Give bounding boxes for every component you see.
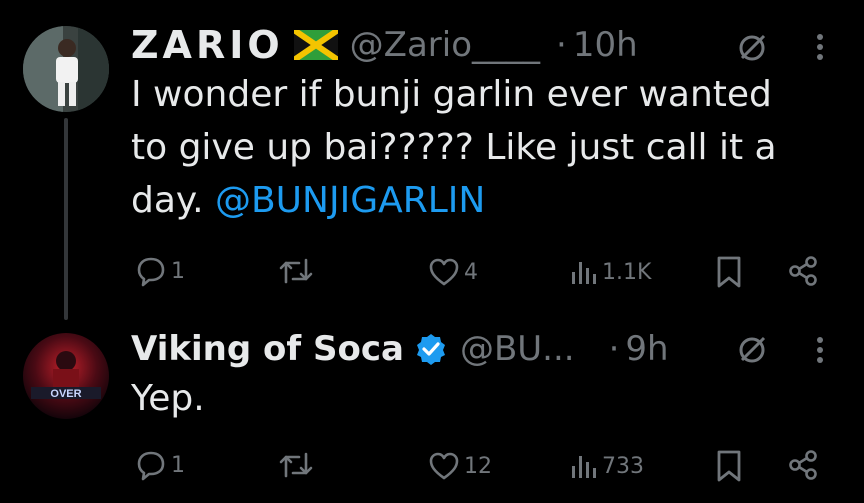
handle[interactable]: @Zario____ — [350, 25, 540, 65]
tweet-text: Yep. — [131, 378, 205, 419]
views-button[interactable]: 733 — [570, 452, 644, 480]
thread-connector — [64, 118, 68, 320]
reply-icon — [135, 449, 167, 481]
display-name[interactable]: Viking of Soca — [131, 329, 404, 369]
retweet-button[interactable] — [277, 255, 319, 287]
more-icon[interactable] — [814, 32, 826, 62]
display-name[interactable]: ZARIO — [131, 23, 284, 67]
like-icon — [428, 257, 460, 287]
grok-icon[interactable] — [736, 334, 768, 366]
separator: · — [608, 329, 620, 369]
reply-count: 1 — [171, 258, 185, 284]
avatar-image: OVER — [23, 333, 109, 419]
views-icon — [570, 258, 598, 286]
tweet-text-line: to give up bai????? Like just call it a — [131, 127, 777, 168]
tweet-text-line: day. @BUNJIGARLIN — [131, 174, 851, 227]
timestamp[interactable]: 9h — [625, 329, 668, 369]
mention-link[interactable]: @BUNJIGARLIN — [215, 180, 485, 221]
reply-button[interactable]: 1 — [135, 449, 185, 481]
like-count: 4 — [464, 259, 478, 285]
reply-icon — [135, 255, 167, 287]
retweet-icon — [277, 255, 315, 287]
grok-icon[interactable] — [736, 32, 768, 64]
tweet-text-fragment: day. — [131, 180, 215, 221]
reply-count: 1 — [171, 452, 185, 478]
retweet-button[interactable] — [277, 449, 319, 481]
view-count: 1.1K — [602, 259, 652, 285]
views-icon — [570, 452, 598, 480]
like-icon — [428, 451, 460, 481]
tweet-1[interactable]: ZARIO @Zario____ · 10h I wonder if bunji… — [0, 0, 864, 320]
svg-text:OVER: OVER — [50, 388, 81, 400]
avatar[interactable] — [23, 26, 109, 112]
views-button[interactable]: 1.1K — [570, 258, 651, 286]
tweet-text: I wonder if bunji garlin ever wanted to … — [131, 68, 851, 227]
more-icon[interactable] — [814, 335, 826, 365]
view-count: 733 — [602, 453, 644, 479]
tweet-header: ZARIO @Zario____ · 10h — [131, 22, 638, 68]
share-button[interactable] — [787, 449, 819, 481]
share-icon — [787, 255, 819, 287]
bookmark-icon — [716, 449, 742, 483]
tweet-header: Viking of Soca @BU... · 9h — [131, 326, 669, 372]
handle[interactable]: @BU... — [460, 329, 575, 369]
separator: · — [556, 25, 567, 65]
retweet-icon — [277, 449, 315, 481]
timestamp[interactable]: 10h — [573, 25, 638, 65]
verified-badge-icon — [414, 332, 448, 366]
like-count: 12 — [464, 453, 492, 479]
bookmark-button[interactable] — [716, 449, 742, 483]
tweet-text-line: I wonder if bunji garlin ever wanted — [131, 74, 772, 115]
tweet-2[interactable]: OVER Viking of Soca @BU... · 9h Yep. 1 1… — [0, 320, 864, 503]
reply-button[interactable]: 1 — [135, 255, 185, 287]
share-icon — [787, 449, 819, 481]
like-button[interactable]: 4 — [428, 257, 478, 287]
like-button[interactable]: 12 — [428, 451, 492, 481]
bookmark-button[interactable] — [716, 255, 742, 289]
bookmark-icon — [716, 255, 742, 289]
avatar[interactable]: OVER — [23, 333, 109, 419]
share-button[interactable] — [787, 255, 819, 287]
jamaica-flag-icon — [293, 30, 338, 60]
avatar-image — [23, 26, 109, 112]
